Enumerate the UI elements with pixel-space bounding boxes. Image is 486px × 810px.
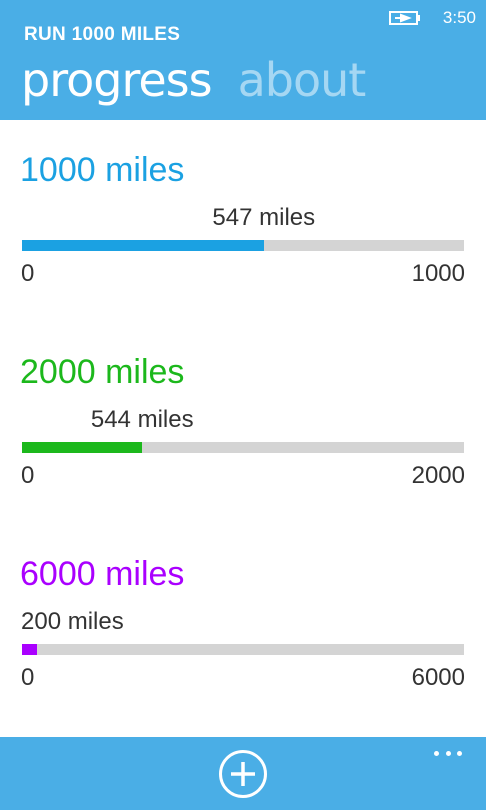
app-title: RUN 1000 MILES bbox=[24, 24, 181, 45]
progress-track bbox=[22, 240, 464, 251]
pivot-header: progress about bbox=[21, 50, 367, 110]
clock: 3:50 bbox=[442, 8, 476, 27]
goal-section: 6000 miles 200 miles 0 6000 bbox=[0, 554, 486, 704]
progress-track bbox=[22, 644, 464, 655]
tab-about[interactable]: about bbox=[238, 50, 367, 110]
add-button[interactable] bbox=[219, 750, 267, 798]
goal-section: 2000 miles 544 miles 0 2000 bbox=[0, 352, 486, 502]
add-circle-icon bbox=[231, 762, 255, 786]
progress-track bbox=[22, 442, 464, 453]
min-label: 0 bbox=[21, 260, 35, 287]
max-label: 6000 bbox=[411, 664, 465, 691]
goal-section: 1000 miles 547 miles 0 1000 bbox=[0, 150, 486, 300]
current-miles-label: 200 miles bbox=[21, 608, 124, 635]
progress-fill bbox=[22, 644, 37, 655]
max-label: 1000 bbox=[411, 260, 465, 287]
header: 3:50 RUN 1000 MILES progress about bbox=[0, 0, 486, 120]
tab-progress[interactable]: progress bbox=[21, 50, 213, 110]
min-label: 0 bbox=[21, 462, 35, 489]
goal-title: 6000 miles bbox=[20, 555, 185, 593]
current-miles-label: 547 miles bbox=[212, 204, 316, 231]
max-label: 2000 bbox=[411, 462, 465, 489]
min-label: 0 bbox=[21, 664, 35, 691]
progress-fill bbox=[22, 240, 264, 251]
goal-title: 1000 miles bbox=[20, 151, 185, 189]
current-miles-label: 544 miles bbox=[90, 406, 194, 433]
goal-title: 2000 miles bbox=[20, 353, 185, 391]
status-bar: 3:50 bbox=[388, 6, 476, 30]
more-button[interactable] bbox=[434, 747, 462, 759]
app-bar bbox=[0, 737, 486, 810]
progress-fill bbox=[22, 442, 143, 453]
ellipsis-icon bbox=[434, 750, 439, 756]
battery-charging-icon bbox=[388, 11, 420, 25]
